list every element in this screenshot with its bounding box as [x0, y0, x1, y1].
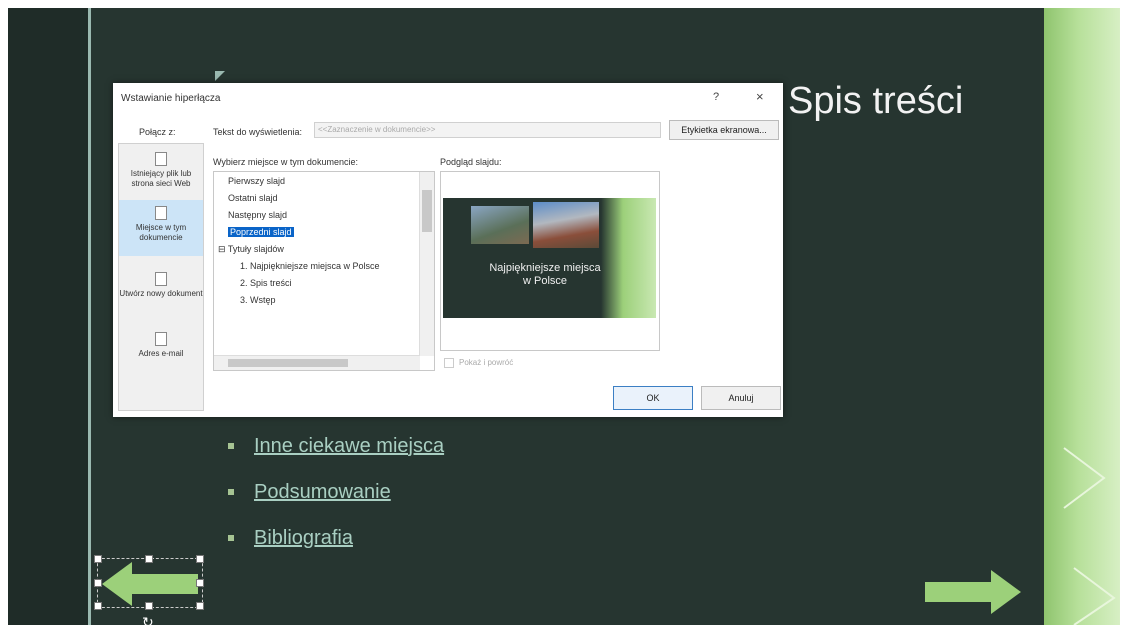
- photo-thumbnail: [533, 202, 599, 248]
- hyperlink[interactable]: Podsumowanie: [254, 481, 391, 504]
- insert-hyperlink-dialog: Wstawianie hiperłącza ? × Połącz z: Istn…: [113, 83, 783, 417]
- link-to-panel: Istniejący plik lub strona sieci Web Mie…: [118, 143, 204, 411]
- tree-item-selected[interactable]: Poprzedni slajd: [228, 227, 294, 237]
- link-to-label: Adres e-mail: [138, 349, 184, 358]
- ok-button[interactable]: OK: [613, 386, 693, 410]
- link-to-label: Utwórz nowy dokument: [119, 289, 203, 298]
- display-text-label: Tekst do wyświetlenia:: [213, 127, 303, 137]
- help-button[interactable]: ?: [713, 91, 719, 103]
- close-button[interactable]: ×: [756, 89, 764, 104]
- resize-handle[interactable]: [94, 555, 102, 563]
- tree-item[interactable]: Pierwszy slajd: [228, 176, 285, 186]
- resize-handle[interactable]: [145, 602, 153, 610]
- tree-item[interactable]: Następny slajd: [228, 210, 287, 220]
- hyperlink[interactable]: Inne ciekawe miejsca: [254, 435, 444, 458]
- decorative-lines: [1063, 447, 1116, 625]
- link-to-label: Istniejący plik lub strona sieci Web: [130, 169, 192, 188]
- link-to-new-document[interactable]: Utwórz nowy dokument: [119, 272, 203, 299]
- slide-divider-line: [88, 8, 91, 625]
- cancel-button[interactable]: Anuluj: [701, 386, 781, 410]
- slide-right-band: [1044, 8, 1120, 625]
- link-to-existing-file[interactable]: Istniejący plik lub strona sieci Web: [119, 152, 203, 189]
- rotate-handle-icon[interactable]: ↻: [142, 614, 154, 631]
- preview-slide-thumbnail: Najpiękniejsze miejsca w Polsce: [443, 198, 656, 318]
- vertical-scrollbar[interactable]: [419, 172, 434, 356]
- tree-item[interactable]: 1. Najpiękniejsze miejsca w Polsce: [240, 261, 380, 271]
- arrow-right-shape[interactable]: [923, 568, 1023, 618]
- bullet-icon: [228, 535, 234, 541]
- slide-title[interactable]: Spis treści: [788, 80, 963, 123]
- resize-handle[interactable]: [196, 602, 204, 610]
- preview-label: Podgląd slajdu:: [440, 157, 502, 167]
- resize-handle[interactable]: [196, 579, 204, 587]
- link-to-label: Połącz z:: [139, 127, 176, 137]
- hyperlink[interactable]: Bibliografia: [254, 527, 353, 550]
- resize-handle[interactable]: [145, 555, 153, 563]
- list-item: Inne ciekawe miejsca: [228, 423, 444, 469]
- link-to-place-in-document[interactable]: Miejsce w tym dokumencie: [119, 200, 203, 256]
- resize-handle[interactable]: [196, 555, 204, 563]
- preview-slide-title: Najpiękniejsze miejsca w Polsce: [489, 262, 601, 287]
- bullet-list: Inne ciekawe miejsca Podsumowanie Biblio…: [228, 423, 444, 561]
- horizontal-scrollbar[interactable]: [214, 355, 420, 370]
- document-place-icon: [155, 206, 167, 220]
- tree-item[interactable]: ⊟ Tytuły slajdów: [218, 244, 284, 255]
- link-to-email[interactable]: Adres e-mail: [119, 332, 203, 359]
- tree-item[interactable]: Ostatni slajd: [228, 193, 278, 203]
- checkbox-icon: [444, 358, 454, 368]
- screentip-button[interactable]: Etykietka ekranowa...: [669, 120, 779, 140]
- tree-item[interactable]: 3. Wstęp: [240, 295, 276, 305]
- bullet-icon: [228, 443, 234, 449]
- email-icon: [155, 332, 167, 346]
- web-page-icon: [155, 152, 167, 166]
- resize-handle[interactable]: [94, 579, 102, 587]
- slide-preview: Najpiękniejsze miejsca w Polsce: [440, 171, 660, 351]
- link-to-label: Miejsce w tym dokumencie: [135, 223, 187, 242]
- display-text-field[interactable]: <<Zaznaczenie w dokumencie>>: [314, 122, 661, 138]
- tree-item[interactable]: 2. Spis treści: [240, 278, 292, 288]
- list-item: Bibliografia: [228, 515, 444, 561]
- list-item: Podsumowanie: [228, 469, 444, 515]
- new-document-icon: [155, 272, 167, 286]
- dialog-title: Wstawianie hiperłącza: [121, 93, 221, 104]
- slide-left-band: [8, 8, 88, 625]
- resize-handle[interactable]: [94, 602, 102, 610]
- checkbox-label: Pokaż i powróć: [459, 358, 514, 368]
- document-places-tree[interactable]: Pierwszy slajd Ostatni slajd Następny sl…: [213, 171, 435, 371]
- bullet-icon: [228, 489, 234, 495]
- place-label: Wybierz miejsce w tym dokumencie:: [213, 157, 358, 167]
- title-decoration: [215, 71, 225, 81]
- photo-thumbnail: [471, 206, 529, 244]
- show-and-return-checkbox[interactable]: Pokaż i powróć: [444, 358, 513, 368]
